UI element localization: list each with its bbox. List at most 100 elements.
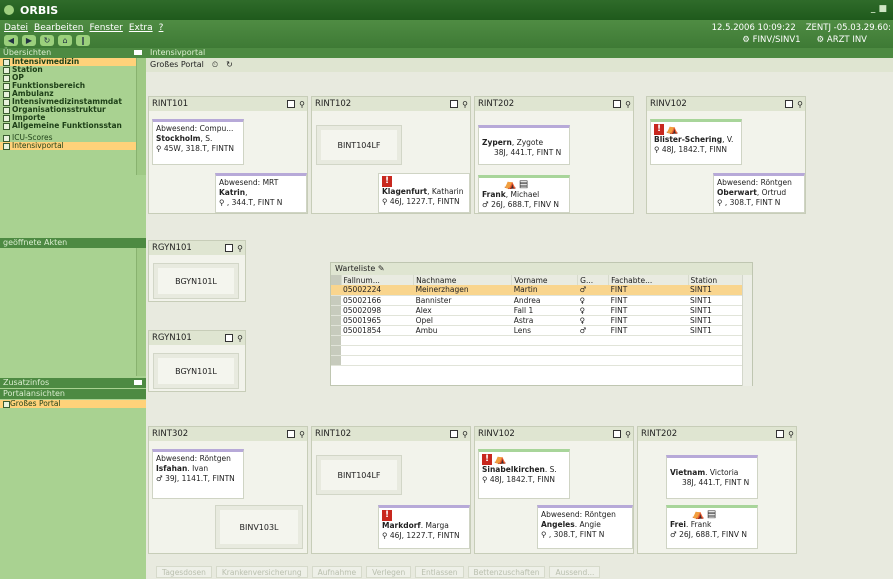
empty-bed[interactable]: BINT104LF [316,125,402,165]
pause-icon[interactable]: ‖ [76,35,90,46]
cell: Astra [511,315,578,326]
refresh-icon[interactable]: ↻ [40,35,54,46]
pin-icon[interactable]: ⚲ [237,332,243,346]
forward-icon[interactable]: ▶ [22,35,36,46]
menu-datei[interactable]: Datei [4,23,28,33]
bed-card[interactable]: Abwesend: Röntgen Angeles. Angie ⚲ , 308… [537,505,633,549]
action-bettenzuschaften[interactable]: Bettenzuschaften [467,566,546,578]
cell: SINT1 [688,295,743,306]
title-bar: ORBIS _ ■ [0,0,893,20]
menu-fenster[interactable]: Fenster [89,23,122,33]
pin-icon[interactable]: ⚲ [299,428,305,442]
portal-views-panel: Großes Portal [0,400,146,579]
waitlist-scrollbar[interactable] [742,275,752,386]
room-checkbox[interactable] [450,100,458,108]
room-name: RINV102 [478,429,515,439]
pin-icon[interactable]: ⚲ [237,242,243,256]
col-fachabteilung[interactable]: Fachabte... [608,275,689,285]
empty-bed[interactable]: BINT104LF [316,455,402,495]
table-row[interactable]: 05002166 Bannister Andrea ♀ FINT SINT1 [331,295,743,306]
col-fallnummer[interactable]: Fallnum... [341,275,415,285]
home-icon[interactable]: ⌂ [58,35,72,46]
location-button[interactable]: ⚙ FINV/SINV1 [742,35,800,45]
cell: Lens [511,325,578,336]
bed-id: BINT104LF [337,470,381,480]
menu-help[interactable]: ? [159,23,164,33]
open-files-scrollbar[interactable] [136,248,146,376]
cell: FINT [608,315,688,326]
pin-icon[interactable]: ⚲ [299,98,305,112]
bed-card[interactable]: Abwesend: Compu... Stockholm, S. ⚲ 45W, … [152,119,244,165]
room-checkbox[interactable] [225,244,233,252]
bed-card[interactable]: Abwesend: Röntgen Isfahan. Ivan ♂ 39J, 1… [152,449,244,499]
app-title: ORBIS [20,3,59,17]
bed-card[interactable]: ! ⛺ Sinabelkirchen. S. ⚲ 48J, 1842.T, FIN… [478,449,570,499]
empty-bed[interactable]: BGYN101L [153,353,239,389]
nav-allgemein[interactable]: Allgemeine Funktionsstan [0,122,146,130]
room-card: RGYN101 ⚲ BGYN101L [148,240,246,302]
role-button[interactable]: ⚙ ARZT INV [817,35,867,45]
pin-icon[interactable]: ⚲ [462,98,468,112]
room-checkbox[interactable] [785,100,793,108]
edit-icon[interactable]: ✎ [378,264,385,273]
empty-bed[interactable]: BGYN101L [153,263,239,299]
warning-icon: ! [654,124,664,135]
waitlist-tab[interactable]: Warteliste [335,264,375,273]
bed-card[interactable]: ! Klagenfurt, Katharin ⚲ 46J, 1227.T, FI… [378,173,470,213]
action-verlegen[interactable]: Verlegen [366,566,412,578]
menu-bearbeiten[interactable]: Bearbeiten [34,23,83,33]
pin-icon[interactable]: ⚲ [625,428,631,442]
cell: FINT [608,285,688,296]
collapse-icon[interactable] [134,50,142,55]
table-row[interactable]: 05001965 Opel Astra ♀ FINT SINT1 [331,315,743,326]
room-checkbox[interactable] [287,430,295,438]
room-checkbox[interactable] [613,430,621,438]
bed-card[interactable]: ! Markdorf. Marga ⚲ 46J, 1227.T, FINTN [378,505,470,549]
back-icon[interactable]: ◀ [4,35,18,46]
room-checkbox[interactable] [225,334,233,342]
col-geschlecht[interactable]: G... [577,275,610,285]
patient-id: 26J, 688.T, FINV N [491,200,559,209]
table-row[interactable]: 05001854 Ambu Lens ♂ FINT SINT1 [331,325,743,336]
action-aussend[interactable]: Aussend... [549,566,601,578]
nav-intensivportal[interactable]: Intensivportal [0,142,146,150]
room-checkbox[interactable] [776,430,784,438]
cell: 05002166 [341,295,414,306]
bed-card[interactable]: Zypern, Zygote 38J, 441.T, FINT N [478,125,570,165]
table-row[interactable]: 05002098 Alex Fall 1 ♀ FINT SINT1 [331,305,743,316]
cell: Martin [511,285,578,296]
table-row[interactable]: 05002224 Meinerzhagen Martin ♂ FINT SINT1 [331,285,743,296]
bed-card[interactable]: ! ⛺ Blister-Schering, V. ⚲ 48J, 1842.T, F… [650,119,742,165]
bed-card[interactable]: Abwesend: Röntgen Oberwart, Ortrud ⚲ , 3… [713,173,805,213]
bed-card[interactable]: Abwesend: MRT Katrin, ⚲ , 344.T, FINT N [215,173,307,213]
absence-label: Abwesend: MRT [219,178,279,187]
clock-icon[interactable]: ⏲ [212,58,218,72]
room-checkbox[interactable] [450,430,458,438]
pin-icon[interactable]: ⚲ [462,428,468,442]
room-checkbox[interactable] [613,100,621,108]
pin-icon[interactable]: ⚲ [797,98,803,112]
col-nachname[interactable]: Nachname [413,275,513,285]
collapse-icon[interactable] [134,380,142,385]
action-aufnahme[interactable]: Aufnahme [311,566,363,578]
bed-card[interactable]: ⛺ ▤ Frank, Michael ♂ 26J, 688.T, FINV N [478,175,570,213]
patient-id: , 344.T, FINT N [226,198,283,207]
nav-scrollbar[interactable] [136,58,146,175]
window-controls[interactable]: _ ■ [871,4,887,14]
bed-card[interactable]: Vietnam. Victoria 38J, 441.T, FINT N [666,455,758,499]
cell: ♀ [577,295,609,306]
bed-card[interactable]: ⛺ ▤ Frei. Frank ♂ 26J, 688.T, FINV N [666,505,758,549]
col-station[interactable]: Station [688,275,743,285]
pin-icon[interactable]: ⚲ [788,428,794,442]
refresh-icon[interactable]: ↻ [226,58,233,72]
action-krankenversicherung[interactable]: Krankenversicherung [215,566,308,578]
cell: 05001854 [341,325,414,336]
pin-icon[interactable]: ⚲ [625,98,631,112]
col-vorname[interactable]: Vorname [511,275,579,285]
portal-item-gross[interactable]: Großes Portal [0,400,146,408]
empty-bed[interactable]: BINV103L [215,505,303,549]
action-tagesdosen[interactable]: Tagesdosen [156,566,212,578]
action-entlassen[interactable]: Entlassen [415,566,464,578]
menu-extra[interactable]: Extra [129,23,153,33]
room-checkbox[interactable] [287,100,295,108]
